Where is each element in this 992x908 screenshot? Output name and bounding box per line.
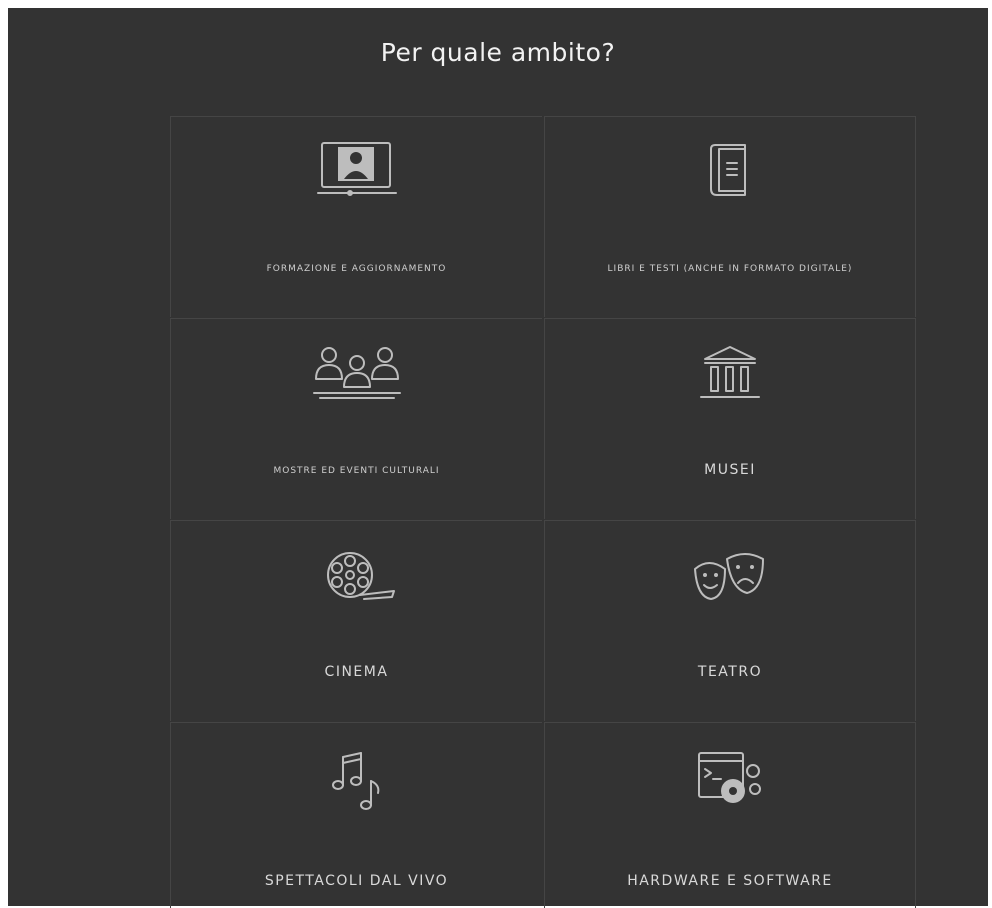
category-grid: FORMAZIONE E AGGIORNAMENTO LIBRI E TESTI… (170, 116, 916, 908)
audience-icon (302, 337, 412, 413)
category-label: FORMAZIONE E AGGIORNAMENTO (266, 264, 447, 274)
video-lesson-icon (302, 135, 412, 211)
category-tile-cinema[interactable]: CINEMA (170, 520, 542, 721)
category-tile-formazione[interactable]: FORMAZIONE E AGGIORNAMENTO (170, 116, 542, 317)
page-title: Per quale ambito? (380, 38, 616, 67)
music-notes-icon (302, 741, 412, 817)
category-tile-libri[interactable]: LIBRI E TESTI (ANCHE IN FORMATO DIGITALE… (544, 116, 916, 317)
category-label: SPETTACOLI DAL VIVO (264, 873, 449, 889)
film-reel-icon (302, 539, 412, 615)
theatre-masks-icon (675, 539, 785, 615)
category-label: TEATRO (697, 664, 763, 680)
museum-icon (675, 337, 785, 413)
category-label: MUSEI (704, 462, 756, 478)
page-background: Per quale ambito? FORMAZIONE E AGGIORNAM… (8, 8, 988, 908)
software-gears-icon (675, 741, 785, 817)
category-label: LIBRI E TESTI (ANCHE IN FORMATO DIGITALE… (607, 264, 853, 274)
category-tile-mostre[interactable]: MOSTRE ED EVENTI CULTURALI (170, 318, 542, 519)
category-label: CINEMA (324, 664, 389, 680)
category-label: HARDWARE E SOFTWARE (627, 873, 833, 889)
category-tile-musei[interactable]: MUSEI (544, 318, 916, 519)
book-icon (675, 135, 785, 211)
category-tile-spettacoli[interactable]: SPETTACOLI DAL VIVO (170, 722, 542, 908)
category-label: MOSTRE ED EVENTI CULTURALI (273, 466, 440, 476)
category-tile-teatro[interactable]: TEATRO (544, 520, 916, 721)
category-tile-hardware[interactable]: HARDWARE E SOFTWARE (544, 722, 916, 908)
